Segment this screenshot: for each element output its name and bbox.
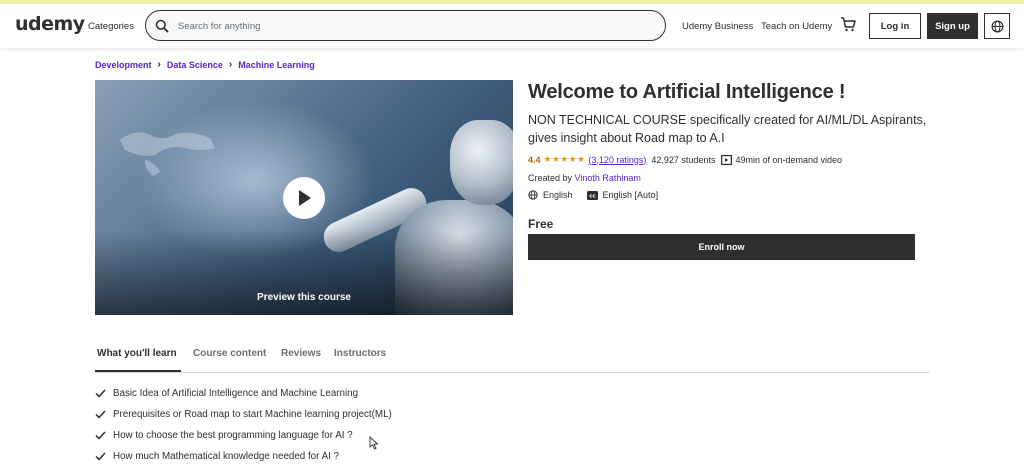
world-map-graphic (120, 132, 215, 176)
play-icon (299, 190, 311, 206)
check-icon (95, 389, 106, 398)
instructor-link[interactable]: Vinoth Rathinam (575, 173, 641, 183)
enroll-now-button[interactable]: Enroll now (528, 234, 915, 260)
tab-reviews[interactable]: Reviews (281, 348, 321, 359)
tab-instructors[interactable]: Instructors (334, 348, 386, 359)
header: udemy Categories Udemy Business Teach on… (0, 4, 1024, 48)
globe-icon (991, 20, 1003, 32)
created-by: Created by Vinoth Rathinam (528, 173, 641, 183)
play-button[interactable] (283, 177, 325, 219)
course-tabs: What you'll learn Course content Reviews… (95, 340, 930, 373)
breadcrumb-development[interactable]: Development (95, 60, 152, 70)
course-preview-video[interactable]: Preview this course (95, 80, 513, 315)
search-bar[interactable] (145, 10, 666, 41)
list-item: Basic Idea of Artificial Intelligence an… (95, 388, 358, 399)
cart-icon[interactable] (840, 16, 857, 38)
list-item: How much Mathematical knowledge needed f… (95, 451, 339, 462)
preview-label: Preview this course (257, 292, 351, 303)
course-captions: English [Auto] (602, 190, 659, 200)
rating-value: 4.4 (528, 154, 541, 165)
chevron-right-icon: › (157, 59, 161, 70)
course-title: Welcome to Artificial Intelligence ! (528, 81, 846, 103)
course-price: Free (528, 217, 554, 231)
language-button[interactable] (984, 13, 1010, 39)
course-subtitle: NON TECHNICAL COURSE specifically create… (528, 113, 927, 145)
video-duration: 49min of on-demand video (735, 154, 843, 165)
star-rating-icons: ★★★★★ (543, 154, 586, 164)
course-languages: English cc English [Auto] (528, 190, 658, 200)
robot-head-graphic (450, 120, 513, 205)
breadcrumb-data-science[interactable]: Data Science (167, 60, 223, 70)
tab-course-content[interactable]: Course content (193, 348, 266, 359)
teach-on-udemy-link[interactable]: Teach on Udemy (761, 21, 832, 32)
ratings-count-link[interactable]: (3,120 ratings) (588, 155, 646, 165)
students-count: 42,927 students (651, 154, 716, 165)
list-item: How to choose the best programming langu… (95, 430, 353, 441)
svg-text:cc: cc (589, 193, 596, 199)
check-icon (95, 431, 106, 440)
list-item: Prerequisites or Road map to start Machi… (95, 409, 392, 420)
login-button[interactable]: Log in (869, 13, 921, 39)
mouse-cursor-icon (369, 436, 379, 450)
breadcrumb-machine-learning[interactable]: Machine Learning (238, 60, 315, 70)
tab-what-youll-learn[interactable]: What you'll learn (97, 348, 177, 359)
check-icon (95, 452, 106, 461)
chevron-right-icon: › (228, 59, 233, 70)
search-icon[interactable] (155, 19, 169, 33)
active-tab-underline (95, 370, 181, 372)
categories-link[interactable]: Categories (88, 21, 134, 32)
video-icon (721, 154, 733, 165)
search-input[interactable] (178, 18, 648, 34)
udemy-business-link[interactable]: Udemy Business (682, 21, 753, 32)
check-icon (95, 410, 106, 419)
globe-icon (528, 190, 538, 200)
signup-button[interactable]: Sign up (927, 13, 978, 39)
breadcrumb: Development › Data Science › Machine Lea… (95, 59, 315, 70)
course-language: English (543, 190, 573, 200)
course-meta: 4.4 ★★★★★ (3,120 ratings) 42,927 student… (528, 154, 842, 165)
udemy-logo[interactable]: udemy (15, 13, 85, 35)
captions-icon: cc (586, 190, 598, 200)
